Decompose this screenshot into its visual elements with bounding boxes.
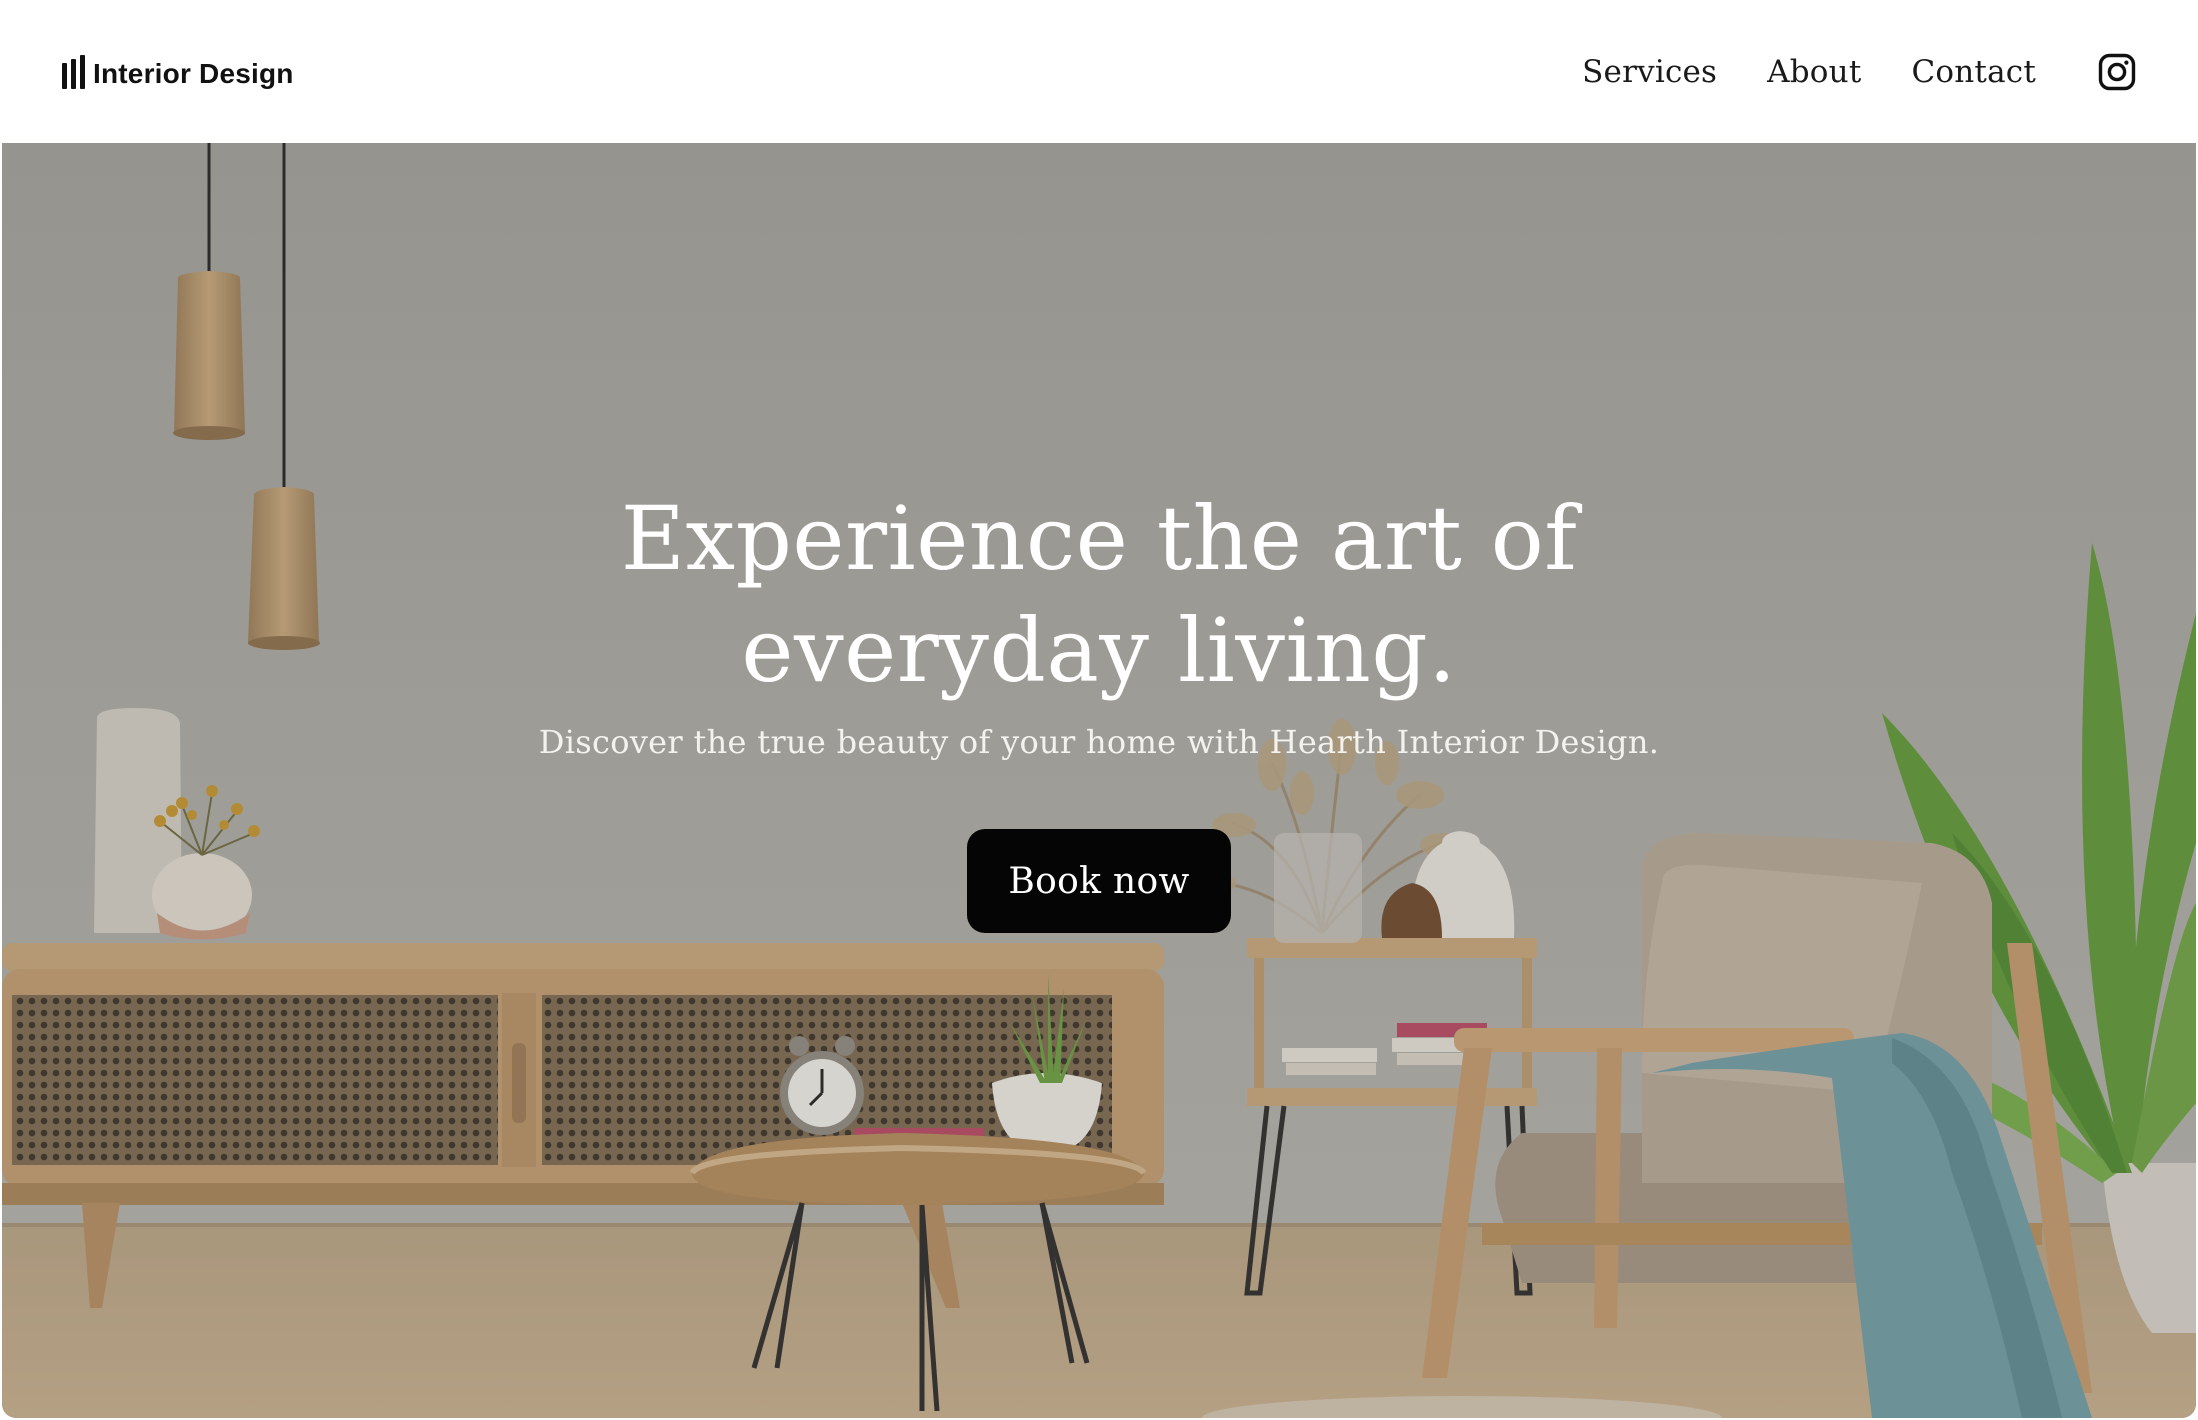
main-nav: Services About Contact: [1582, 53, 2136, 91]
page: Interior Design Services About Contact E…: [0, 0, 2198, 1420]
nav-link-contact[interactable]: Contact: [1911, 54, 2036, 90]
hero-title-line-2: everyday living.: [741, 599, 1457, 702]
instagram-icon[interactable]: [2098, 53, 2136, 91]
logo-bars-icon: [62, 54, 85, 89]
brand-name: Interior Design: [93, 57, 294, 89]
site-header: Interior Design Services About Contact: [0, 0, 2198, 143]
nav-link-about[interactable]: About: [1767, 54, 1861, 90]
hero-subtitle: Discover the true beauty of your home wi…: [538, 723, 1660, 761]
book-now-button[interactable]: Book now: [967, 829, 1231, 933]
nav-link-services[interactable]: Services: [1582, 54, 1717, 90]
hero-section: Experience the art of everyday living. D…: [2, 143, 2196, 1418]
hero-content: Experience the art of everyday living. D…: [2, 483, 2196, 933]
hero-title-line-1: Experience the art of: [620, 487, 1578, 590]
brand-logo[interactable]: Interior Design: [62, 54, 294, 89]
hero-title: Experience the art of everyday living.: [2, 483, 2196, 707]
